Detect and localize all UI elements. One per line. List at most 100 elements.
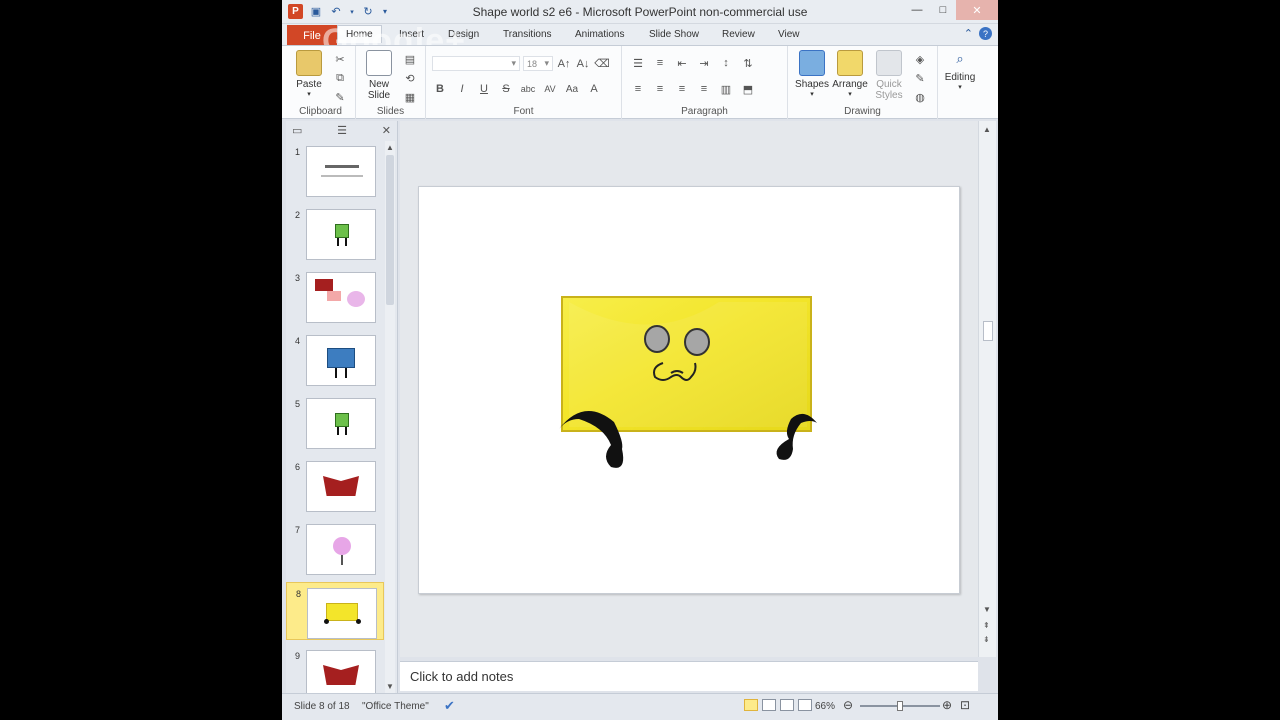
format-painter-icon[interactable]: ✎ bbox=[332, 90, 348, 104]
slide-thumbnail[interactable]: 3 bbox=[286, 267, 384, 325]
shapes-label: Shapes bbox=[795, 79, 829, 90]
zoom-in-icon[interactable]: ⊕ bbox=[942, 698, 952, 712]
bullets-icon[interactable]: ☰ bbox=[630, 56, 646, 70]
slide-thumbnail[interactable]: 5 bbox=[286, 393, 384, 451]
fit-to-window-icon[interactable]: ⊡ bbox=[960, 698, 970, 712]
zoom-slider-knob[interactable] bbox=[897, 701, 903, 711]
decrease-indent-icon[interactable]: ⇤ bbox=[674, 56, 690, 70]
maximize-button[interactable]: □ bbox=[930, 0, 956, 20]
new-slide-label: New Slide bbox=[367, 79, 391, 101]
ribbon: Paste ▾ ✂ ⧉ ✎ Clipboard New Slide ▤ ⟲ ▦ … bbox=[282, 45, 998, 119]
font-color-icon[interactable]: A bbox=[586, 82, 602, 96]
next-slide-icon[interactable]: ⇟ bbox=[983, 635, 990, 644]
zoom-level[interactable]: 66% bbox=[815, 701, 835, 712]
minimize-button[interactable]: — bbox=[904, 0, 930, 20]
scroll-down-icon[interactable]: ▼ bbox=[983, 605, 991, 614]
scroll-up-icon[interactable]: ▲ bbox=[386, 143, 394, 152]
paste-button[interactable]: Paste ▾ bbox=[292, 50, 326, 98]
thumbnail-scrollbar[interactable]: ▲ ▼ bbox=[385, 141, 395, 693]
outline-tab-icon[interactable]: ☰ bbox=[337, 124, 347, 137]
slide-sorter-view-icon[interactable] bbox=[762, 699, 776, 711]
char-spacing-icon[interactable]: AV bbox=[542, 82, 558, 96]
line-spacing-icon[interactable]: ↕ bbox=[718, 56, 734, 70]
copy-icon[interactable]: ⧉ bbox=[332, 71, 348, 85]
section-icon[interactable]: ▦ bbox=[402, 90, 418, 104]
arrange-button[interactable]: Arrange ▾ bbox=[830, 50, 870, 98]
scroll-down-icon[interactable]: ▼ bbox=[386, 682, 394, 691]
notes-placeholder: Click to add notes bbox=[410, 669, 514, 684]
current-slide[interactable] bbox=[418, 186, 960, 594]
editing-button[interactable]: ⌕ Editing ▾ bbox=[942, 51, 978, 91]
align-left-icon[interactable]: ≡ bbox=[630, 82, 646, 96]
thumbnail-scroll-thumb[interactable] bbox=[386, 155, 394, 305]
close-pane-icon[interactable]: ✕ bbox=[382, 124, 391, 137]
columns-icon[interactable]: ▥ bbox=[718, 82, 734, 96]
text-shadow-icon[interactable]: abc bbox=[520, 82, 536, 96]
cut-icon[interactable]: ✂ bbox=[332, 52, 348, 66]
quick-styles-label: Quick Styles bbox=[875, 79, 903, 101]
shrink-font-icon[interactable]: A↓ bbox=[575, 57, 591, 71]
increase-indent-icon[interactable]: ⇥ bbox=[696, 56, 712, 70]
align-right-icon[interactable]: ≡ bbox=[674, 82, 690, 96]
slide-scrollbar[interactable]: ▲ ▼ ⇞ ⇟ bbox=[978, 121, 996, 657]
grow-font-icon[interactable]: A↑ bbox=[556, 57, 572, 71]
strikethrough-icon[interactable]: S bbox=[498, 82, 514, 96]
reading-view-icon[interactable] bbox=[780, 699, 794, 711]
slide-thumbnail[interactable]: 6 bbox=[286, 456, 384, 514]
scroll-up-icon[interactable]: ▲ bbox=[983, 125, 991, 134]
slide-number: 8 bbox=[296, 589, 302, 599]
shapes-button[interactable]: Shapes ▾ bbox=[792, 50, 832, 98]
layout-icon[interactable]: ▤ bbox=[402, 52, 418, 66]
shape-fill-icon[interactable]: ◈ bbox=[912, 52, 928, 66]
slide-thumbnail[interactable]: 2 bbox=[286, 204, 384, 262]
slides-tab-icon[interactable]: ▭ bbox=[292, 124, 302, 137]
notes-pane[interactable]: Click to add notes bbox=[400, 661, 978, 691]
shape-effects-icon[interactable]: ◍ bbox=[912, 90, 928, 104]
slide-thumbnail[interactable]: 7 bbox=[286, 519, 384, 577]
normal-view-icon[interactable] bbox=[744, 699, 758, 711]
slide-thumbnail[interactable]: 4 bbox=[286, 330, 384, 388]
paragraph-label: Paragraph bbox=[681, 106, 728, 117]
minimize-ribbon-icon[interactable]: ⌃ bbox=[964, 27, 973, 40]
slide-thumbnail[interactable]: 8 bbox=[286, 582, 384, 640]
status-bar: Slide 8 of 18 "Office Theme" ✔ 66% ⊖ ⊕ ⊡ bbox=[282, 693, 998, 720]
theme-name[interactable]: "Office Theme" bbox=[362, 701, 429, 712]
close-button[interactable]: ✕ bbox=[956, 0, 998, 20]
new-slide-button[interactable]: New Slide bbox=[362, 50, 396, 101]
shape-outline-icon[interactable]: ✎ bbox=[912, 71, 928, 85]
underline-icon[interactable]: U bbox=[476, 82, 492, 96]
quick-styles-button[interactable]: Quick Styles bbox=[870, 50, 908, 101]
smartart-icon[interactable]: ⬒ bbox=[740, 82, 756, 96]
clear-format-icon[interactable]: ⌫ bbox=[594, 57, 610, 71]
reset-icon[interactable]: ⟲ bbox=[402, 71, 418, 85]
zoom-slider[interactable] bbox=[860, 701, 940, 711]
font-name-combo[interactable]: ▾ bbox=[432, 56, 520, 71]
slide-thumbnail[interactable]: 1 bbox=[286, 141, 384, 199]
numbering-icon[interactable]: ≡ bbox=[652, 56, 668, 70]
slides-label: Slides bbox=[376, 106, 405, 117]
tab-review[interactable]: Review bbox=[722, 29, 755, 40]
tab-transitions[interactable]: Transitions bbox=[503, 29, 552, 40]
editing-label: Editing bbox=[944, 72, 976, 83]
tab-slide-show[interactable]: Slide Show bbox=[649, 29, 699, 40]
slide-thumbnail-preview bbox=[306, 335, 376, 386]
font-size-combo[interactable]: 18 ▾ bbox=[523, 56, 553, 71]
slide-thumbnail-preview bbox=[306, 209, 376, 260]
slide-scroll-thumb[interactable] bbox=[983, 321, 993, 341]
yellow-rectangle-character[interactable] bbox=[419, 187, 959, 593]
italic-icon[interactable]: I bbox=[454, 82, 470, 96]
help-icon[interactable]: ? bbox=[979, 27, 992, 40]
text-direction-icon[interactable]: ⇅ bbox=[740, 56, 756, 70]
tab-view[interactable]: View bbox=[778, 29, 800, 40]
align-center-icon[interactable]: ≡ bbox=[652, 82, 668, 96]
font-label: Font bbox=[513, 106, 534, 117]
bold-icon[interactable]: B bbox=[432, 82, 448, 96]
spelling-check-icon[interactable]: ✔ bbox=[444, 698, 455, 714]
slide-show-view-icon[interactable] bbox=[798, 699, 812, 711]
previous-slide-icon[interactable]: ⇞ bbox=[983, 621, 990, 630]
change-case-icon[interactable]: Aa bbox=[564, 82, 580, 96]
zoom-out-icon[interactable]: ⊖ bbox=[843, 698, 853, 712]
justify-icon[interactable]: ≡ bbox=[696, 82, 712, 96]
tab-animations[interactable]: Animations bbox=[575, 29, 624, 40]
slide-thumbnail[interactable]: 9 bbox=[286, 645, 384, 693]
